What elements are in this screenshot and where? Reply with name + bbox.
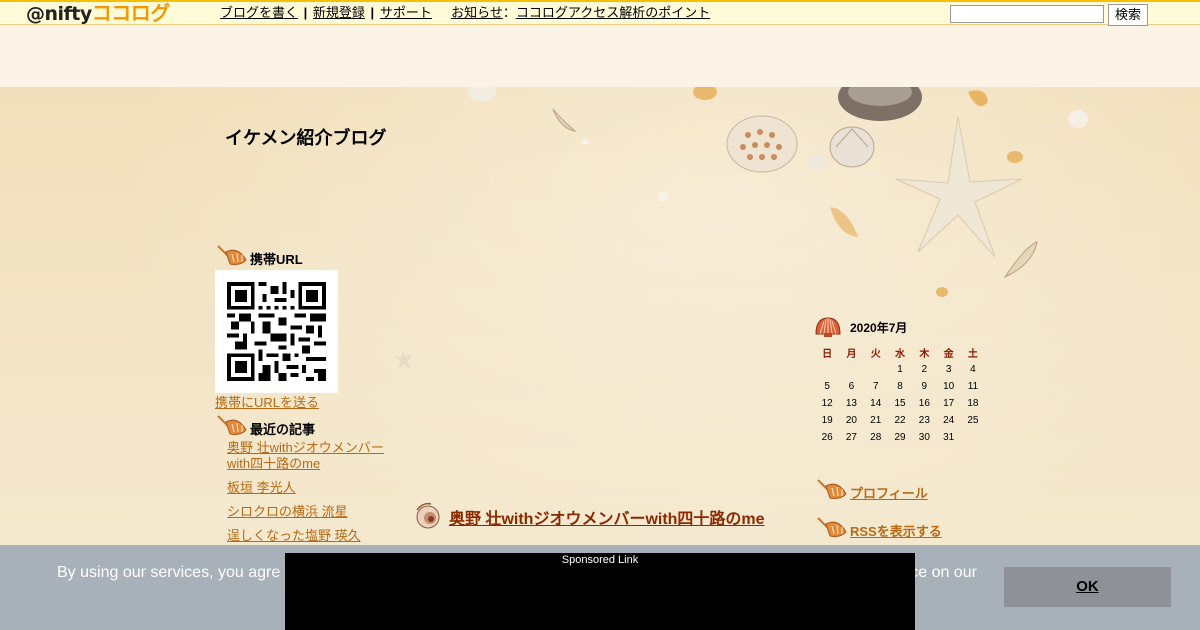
calendar-day: 19 — [821, 415, 833, 426]
recent-post-link[interactable]: 奥野 壮withジオウメンバーwith四十路のme — [227, 440, 397, 472]
recent-posts-list: 奥野 壮withジオウメンバーwith四十路のme 板垣 李光人 シロクロの横浜… — [227, 440, 397, 552]
calendar-day: 25 — [967, 415, 979, 426]
calendar-day: 9 — [921, 381, 928, 392]
calendar-day: 29 — [894, 432, 906, 443]
top-nav-links: ブログを書く | 新規登録 | サポート お知らせ：ココログアクセス解析のポイン… — [220, 4, 710, 21]
calendar-day: 6 — [848, 381, 855, 392]
logo-at-text: @nifty — [26, 3, 92, 25]
weekday-sun: 日 — [822, 349, 833, 360]
rss-link[interactable]: RSSを表示する — [850, 521, 942, 540]
calendar-day — [961, 429, 985, 446]
calendar-day: 17 — [943, 398, 955, 409]
weekday-wed: 水 — [895, 349, 906, 360]
recent-posts-heading: 最近の記事 — [250, 422, 316, 437]
news-colon: ： — [502, 5, 516, 20]
calendar-table: 日 月 火 水 木 金 土 1 2 3 4 5 6 7 8 9 10 11 12… — [815, 344, 985, 446]
calendar-day — [815, 361, 839, 378]
calendar-title: 2020年7月 — [850, 321, 908, 335]
calendar-day: 12 — [821, 398, 833, 409]
cookie-ok-button[interactable]: OK — [1004, 567, 1171, 607]
calendar-day: 21 — [870, 415, 882, 426]
top-navigation-bar: @niftyココログ ブログを書く | 新規登録 | サポート お知らせ：ココロ… — [0, 0, 1200, 26]
calendar-day: 16 — [918, 398, 930, 409]
qr-code — [215, 270, 338, 393]
nautilus-shell-icon — [416, 502, 440, 529]
calendar-day: 22 — [894, 415, 906, 426]
seashell-decoration — [394, 87, 1088, 369]
calendar-day: 5 — [824, 381, 830, 392]
calendar-day: 24 — [943, 415, 955, 426]
calendar-day: 26 — [821, 432, 833, 443]
conch-shell-icon — [217, 415, 247, 435]
nav-separator: | — [303, 5, 308, 20]
calendar-day: 7 — [872, 381, 879, 392]
calendar-day: 27 — [845, 432, 857, 443]
weekday-mon: 月 — [846, 349, 857, 360]
send-url-to-mobile-link[interactable]: 携帯にURLを送る — [215, 395, 319, 411]
calendar-day: 2 — [921, 364, 928, 375]
mobile-url-heading: 携帯URL — [250, 252, 303, 267]
weekday-sat: 土 — [967, 349, 978, 360]
qr-code-image — [227, 282, 326, 381]
search-button[interactable]: 検索 — [1108, 4, 1148, 26]
sponsored-link-label: Sponsored Link — [561, 554, 639, 566]
nav-separator: | — [370, 5, 375, 20]
calendar-day: 10 — [943, 381, 955, 392]
nifty-cocolog-logo[interactable]: @niftyココログ — [26, 3, 170, 25]
recent-post-link[interactable]: シロクロの横浜 流星 — [227, 504, 397, 520]
conch-shell-icon — [217, 245, 247, 265]
profile-link[interactable]: プロフィール — [850, 483, 928, 502]
calendar-day: 1 — [897, 364, 903, 375]
conch-shell-icon — [817, 479, 847, 499]
calendar-day — [864, 361, 888, 378]
calendar-day: 11 — [967, 381, 979, 392]
sponsored-ad-banner[interactable]: Sponsored Link — [285, 553, 915, 630]
calendar-day: 23 — [918, 415, 930, 426]
calendar-day: 8 — [897, 381, 903, 392]
calendar-day: 4 — [970, 364, 976, 375]
calendar-day: 31 — [943, 432, 955, 443]
cookie-message-start: By using our services, you agre — [57, 564, 281, 581]
calendar-day: 3 — [945, 364, 952, 375]
scallop-shell-icon — [815, 317, 841, 337]
calendar-day: 15 — [894, 398, 906, 409]
post-title-link[interactable]: 奥野 壮withジオウメンバーwith四十路のme — [449, 505, 765, 529]
calendar-day: 14 — [870, 398, 882, 409]
access-analysis-link[interactable]: ココログアクセス解析のポイント — [516, 5, 710, 20]
calendar-day: 30 — [918, 432, 930, 443]
recent-post-link[interactable]: 逞しくなった塩野 瑛久 — [227, 528, 397, 544]
calendar-day: 18 — [967, 398, 979, 409]
weekday-fri: 金 — [943, 349, 954, 360]
blog-title[interactable]: イケメン紹介ブログ — [225, 124, 386, 150]
calendar-day: 28 — [870, 432, 882, 443]
recent-post-link[interactable]: 板垣 李光人 — [227, 480, 397, 496]
search-input[interactable] — [950, 5, 1104, 23]
calendar-day — [839, 361, 863, 378]
weekday-thu: 木 — [919, 349, 930, 360]
header-band — [0, 26, 1200, 87]
calendar-day: 13 — [845, 398, 857, 409]
conch-shell-icon — [817, 517, 847, 537]
logo-brand-text: ココログ — [91, 1, 171, 25]
support-link[interactable]: サポート — [380, 5, 432, 20]
calendar-day: 20 — [845, 415, 857, 426]
register-link[interactable]: 新規登録 — [313, 5, 365, 20]
cookie-message-end: ce on our — [910, 564, 977, 581]
write-blog-link[interactable]: ブログを書く — [220, 5, 298, 20]
news-link[interactable]: お知らせ — [451, 5, 503, 20]
weekday-tue: 火 — [870, 349, 881, 360]
